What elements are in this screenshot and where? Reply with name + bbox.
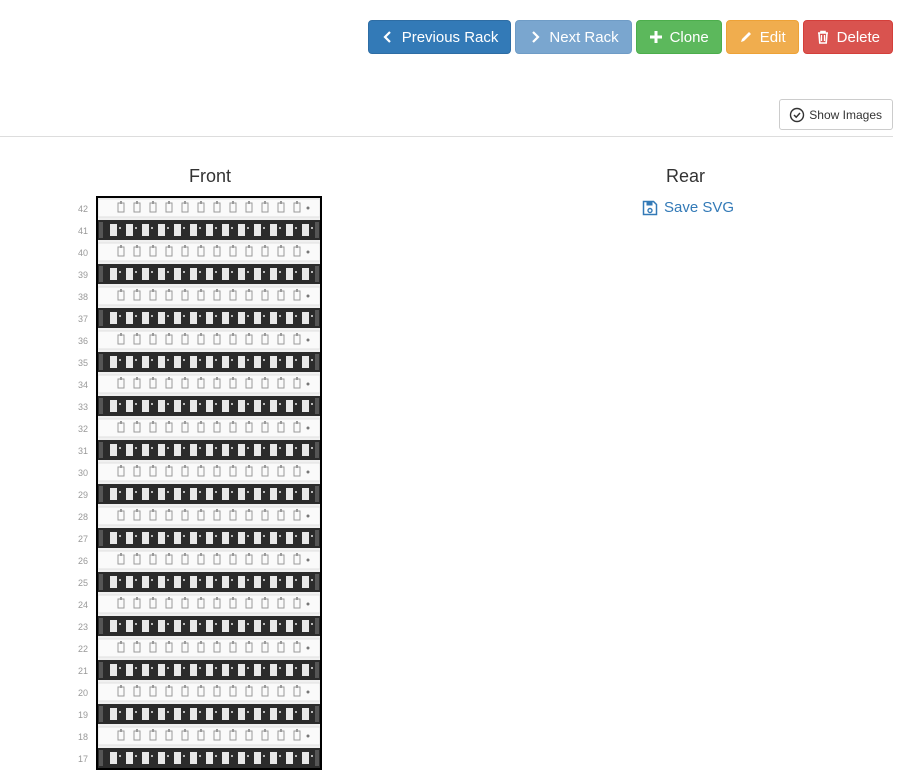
rack-unit-number: 20 <box>78 688 88 698</box>
rear-title: Rear <box>666 166 706 186</box>
rack-unit-number: 33 <box>78 402 88 412</box>
chevron-left-icon <box>383 31 391 43</box>
rack-device[interactable] <box>98 616 320 636</box>
rack-front-elevation: 42 41 40 39 38 37 36 35 34 33 32 31 30 29 28 27 26 25 24 23… <box>78 196 322 770</box>
save-svg-label: Save SVG <box>664 199 735 216</box>
rack-device[interactable] <box>97 330 321 350</box>
rack-unit-number: 36 <box>78 336 88 346</box>
rack-unit-number: 32 <box>78 424 88 434</box>
rack-unit-number: 35 <box>78 358 88 368</box>
plus-icon <box>649 31 662 43</box>
rack-device[interactable] <box>98 484 320 504</box>
rack-device[interactable] <box>98 352 320 372</box>
floppy-disk-icon <box>642 200 658 215</box>
trash-icon <box>817 30 828 44</box>
rack-device[interactable] <box>97 286 321 306</box>
rack-unit-number: 23 <box>78 622 88 632</box>
rack-device[interactable] <box>98 396 320 416</box>
rack-device[interactable] <box>98 572 320 592</box>
rack-unit-number: 39 <box>78 270 88 280</box>
rack-device[interactable] <box>97 638 321 658</box>
rack-unit-number: 30 <box>78 468 88 478</box>
rack-device[interactable] <box>98 220 320 240</box>
chevron-right-icon <box>532 31 540 43</box>
rack-device[interactable] <box>98 528 320 548</box>
rack-device[interactable] <box>98 440 320 460</box>
rack-device[interactable] <box>97 726 321 746</box>
previous-rack-label: Previous Rack <box>401 28 499 46</box>
clone-button[interactable]: Clone <box>635 20 722 54</box>
rack-unit-number: 17 <box>78 754 88 764</box>
rack-unit-number: 41 <box>78 226 88 236</box>
rack-unit-number: 34 <box>78 380 88 390</box>
rack-unit-number: 19 <box>78 710 88 720</box>
previous-rack-button[interactable]: Previous Rack <box>367 20 512 54</box>
rack-unit-number: 18 <box>78 732 88 742</box>
rack-device[interactable] <box>97 242 321 262</box>
rack-unit-number: 38 <box>78 292 88 302</box>
pencil-icon <box>740 32 751 42</box>
delete-label: Delete <box>836 28 880 46</box>
rack-unit-number: 29 <box>78 490 88 500</box>
rack-device[interactable] <box>98 264 320 284</box>
edit-label: Edit <box>759 28 786 46</box>
save-svg-link[interactable]: Save SVG <box>642 199 734 216</box>
rack-unit-number: 25 <box>78 578 88 588</box>
rack-device[interactable] <box>98 660 320 680</box>
next-rack-label: Next Rack <box>549 28 619 46</box>
rack-unit-number: 27 <box>78 534 88 544</box>
rack-device[interactable] <box>97 550 321 570</box>
rack-unit-number: 28 <box>78 512 88 522</box>
edit-button[interactable]: Edit <box>725 20 799 54</box>
rack-unit-number: 31 <box>78 446 88 456</box>
rack-device[interactable] <box>97 594 321 614</box>
rack-device[interactable] <box>98 748 320 768</box>
divider <box>0 136 893 137</box>
rack-device[interactable] <box>97 682 321 702</box>
rack-unit-number: 42 <box>78 204 88 214</box>
rack-unit-number: 22 <box>78 644 88 654</box>
rack-device[interactable] <box>97 198 321 218</box>
rack-unit-number: 24 <box>78 600 88 610</box>
rack-unit-number: 40 <box>78 248 88 258</box>
rack-unit-number: 21 <box>78 666 88 676</box>
rack-device[interactable] <box>98 308 320 328</box>
clone-label: Clone <box>669 28 709 46</box>
show-images-label: Show Images <box>809 107 882 122</box>
delete-button[interactable]: Delete <box>802 20 893 54</box>
rack-toolbar: Previous Rack Next Rack Clone Edit Delet… <box>367 20 893 54</box>
check-circle-icon <box>790 107 805 122</box>
rack-device[interactable] <box>97 462 321 482</box>
rack-unit-number: 26 <box>78 556 88 566</box>
rack-device[interactable] <box>98 704 320 724</box>
rack-unit-number: 37 <box>78 314 88 324</box>
rack-device[interactable] <box>97 506 321 526</box>
rack-device[interactable] <box>97 418 321 438</box>
front-title: Front <box>189 166 232 186</box>
rack-device[interactable] <box>97 374 321 394</box>
next-rack-button[interactable]: Next Rack <box>515 20 632 54</box>
show-images-button[interactable]: Show Images <box>779 99 893 130</box>
